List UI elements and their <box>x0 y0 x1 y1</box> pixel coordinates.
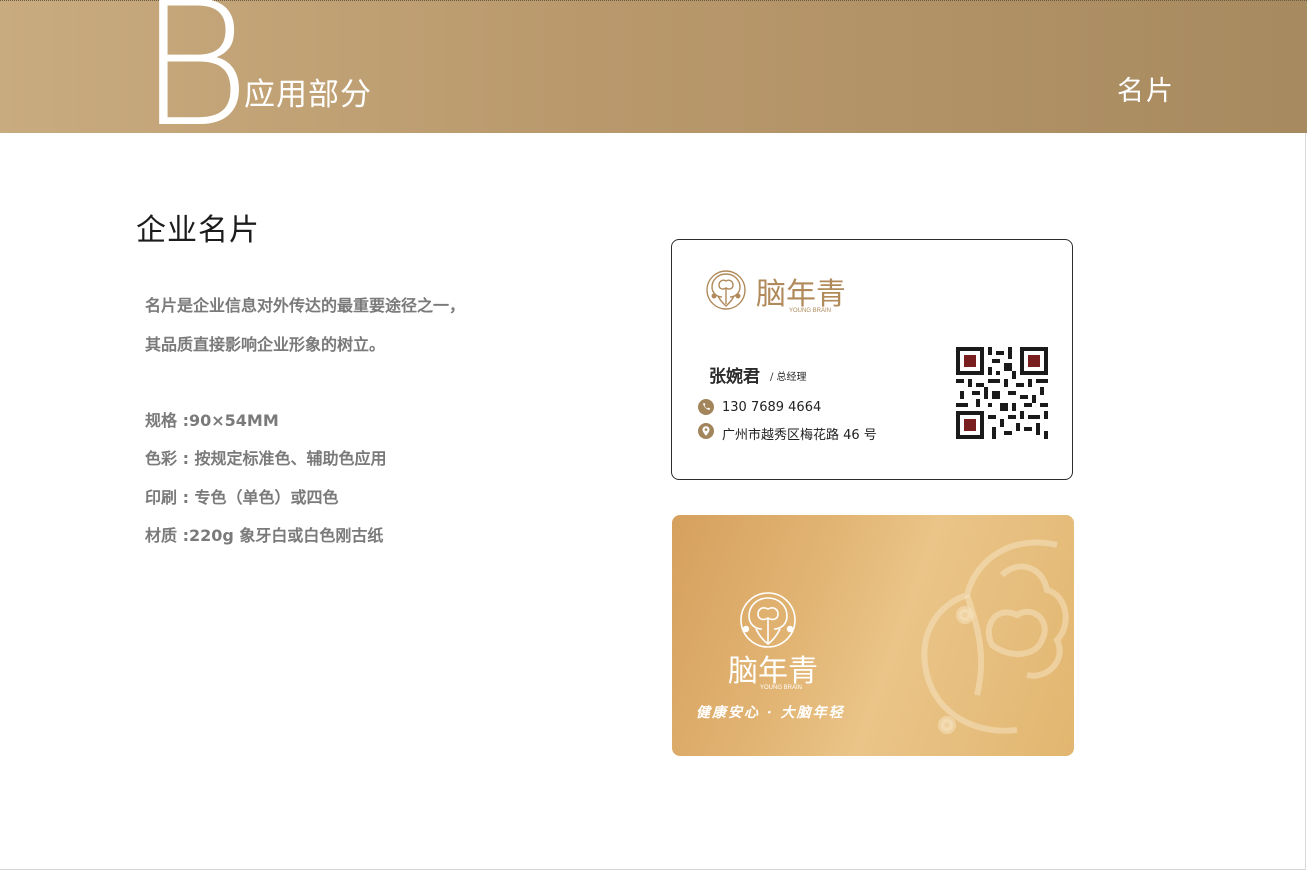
business-card-front: 脑年青 YOUNG BRAIN 张婉君 / 总经理 130 7689 4664 … <box>671 239 1073 480</box>
back-brand-logo: 脑年青 YOUNG BRAIN <box>722 591 822 695</box>
slogan: 健康安心 · 大脑年轻 <box>696 705 845 721</box>
brand-name-text: 脑年青 <box>756 277 844 312</box>
intro-line: 其品质直接影响企业形象的树立。 <box>145 335 386 354</box>
spec-material: 材质 :220g 象牙白或白色刚古纸 <box>145 526 384 545</box>
spec-size: 规格 :90×54MM <box>145 411 279 430</box>
phone-icon <box>698 399 714 415</box>
header-band: B 应用部分 名片 <box>0 0 1307 151</box>
business-card-back: 脑年青 YOUNG BRAIN 健康安心 · 大脑年轻 <box>672 515 1074 756</box>
spec-printing: 印刷 : 专色（单色）或四色 <box>145 488 339 507</box>
brain-watermark-icon <box>921 539 1069 734</box>
intro-line: 名片是企业信息对外传达的最重要途径之一， <box>145 296 466 315</box>
brand-en-text: YOUNG BRAIN <box>789 308 831 314</box>
section-title: 应用部分 <box>244 77 372 113</box>
page-heading: 企业名片 <box>136 213 260 248</box>
person-title: / 总经理 <box>770 372 807 383</box>
qr-code <box>956 347 1048 439</box>
section-letter: B <box>138 0 251 165</box>
phone-number: 130 7689 4664 <box>722 400 822 415</box>
location-pin-icon <box>698 423 714 439</box>
brain-logo-icon: 脑年青 YOUNG BRAIN <box>728 592 818 691</box>
back-brand-name-text: 脑年青 <box>728 654 818 689</box>
person-name: 张婉君 <box>709 367 760 387</box>
address: 广州市越秀区梅花路 46 号 <box>722 428 877 443</box>
spec-color: 色彩 : 按规定标准色、辅助色应用 <box>145 449 387 468</box>
back-brand-en-text: YOUNG BRAIN <box>760 685 802 691</box>
brain-logo-icon: 脑年青 YOUNG BRAIN <box>706 270 846 314</box>
page-category-label: 名片 <box>1117 76 1175 107</box>
brand-logo: 脑年青 YOUNG BRAIN <box>704 266 846 318</box>
